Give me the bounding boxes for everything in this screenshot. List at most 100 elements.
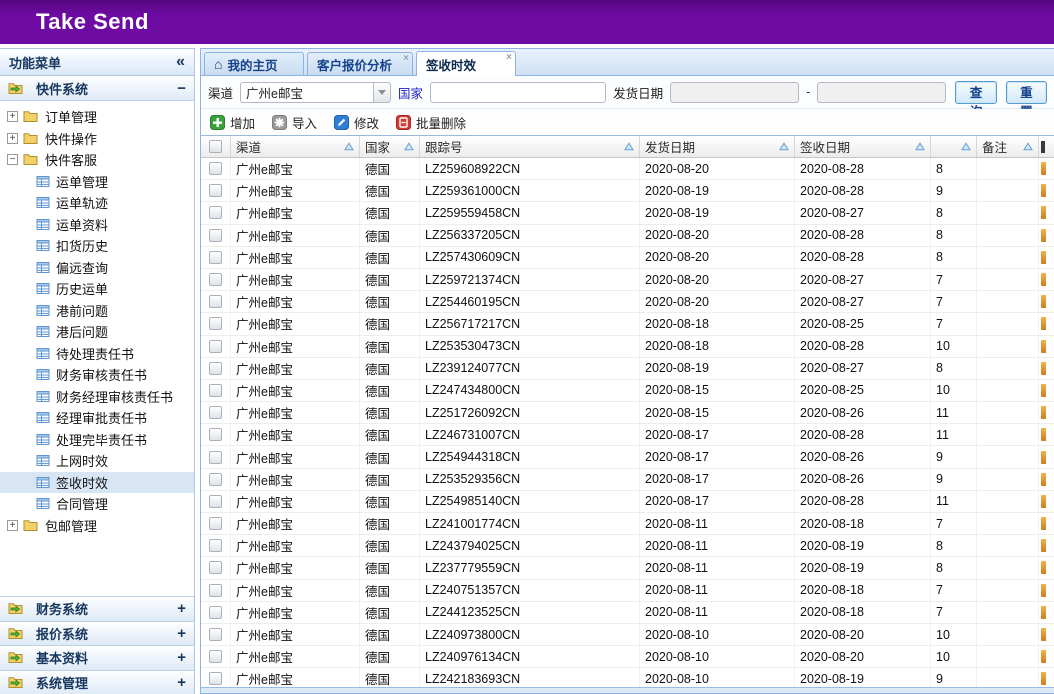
tree-toggle-icon[interactable]: + xyxy=(7,520,18,531)
row-checkbox[interactable] xyxy=(209,428,222,441)
row-checkbox[interactable] xyxy=(209,162,222,175)
tree-item[interactable]: 扣货历史 xyxy=(0,235,194,257)
date-from-input[interactable] xyxy=(670,82,799,103)
country-input[interactable] xyxy=(430,82,606,103)
row-checkbox[interactable] xyxy=(209,451,222,464)
row-checkbox[interactable] xyxy=(209,317,222,330)
search-button[interactable]: 查询 xyxy=(955,81,996,104)
tree-item[interactable]: 待处理责任书 xyxy=(0,343,194,365)
table-row[interactable]: 广州e邮宝 德国 LZ259559458CN 2020-08-19 2020-0… xyxy=(201,202,1054,224)
tree-item[interactable]: 运单轨迹 xyxy=(0,192,194,214)
tree-item[interactable]: 合同管理 xyxy=(0,493,194,515)
row-checkbox[interactable] xyxy=(209,362,222,375)
tree-item[interactable]: − 快件客服 xyxy=(0,149,194,171)
channel-input[interactable] xyxy=(240,82,373,103)
table-row[interactable]: 广州e邮宝 德国 LZ259721374CN 2020-08-20 2020-0… xyxy=(201,269,1054,291)
expand-section-icon[interactable]: + xyxy=(177,674,186,691)
table-row[interactable]: 广州e邮宝 德国 LZ240751357CN 2020-08-11 2020-0… xyxy=(201,580,1054,602)
reset-button[interactable]: 重置 xyxy=(1006,81,1047,104)
tree-item[interactable]: 运单资料 xyxy=(0,214,194,236)
table-row[interactable]: 广州e邮宝 德国 LZ253529356CN 2020-08-17 2020-0… xyxy=(201,469,1054,491)
batch-delete-button[interactable]: 批量删除 xyxy=(396,113,466,132)
tree-item[interactable]: 处理完毕责任书 xyxy=(0,429,194,451)
channel-dropdown-trigger[interactable] xyxy=(373,82,391,103)
date-to-input[interactable] xyxy=(817,82,946,103)
tab[interactable]: ⌂ 签收时效 × xyxy=(416,51,516,76)
row-checkbox[interactable] xyxy=(209,473,222,486)
row-checkbox[interactable] xyxy=(209,295,222,308)
tree-item[interactable]: + 包邮管理 xyxy=(0,515,194,537)
column-header-sign-date[interactable]: 签收日期 xyxy=(795,136,931,157)
row-checkbox[interactable] xyxy=(209,495,222,508)
table-row[interactable]: 广州e邮宝 德国 LZ244123525CN 2020-08-11 2020-0… xyxy=(201,602,1054,624)
row-checkbox[interactable] xyxy=(209,539,222,552)
table-row[interactable]: 广州e邮宝 德国 LZ240973800CN 2020-08-10 2020-0… xyxy=(201,624,1054,646)
tree-item[interactable]: 运单管理 xyxy=(0,171,194,193)
tab-close-icon[interactable]: × xyxy=(403,54,409,64)
tree-toggle-icon[interactable]: − xyxy=(7,154,18,165)
column-header-country[interactable]: 国家 xyxy=(360,136,420,157)
column-header-note[interactable]: 备注 xyxy=(977,136,1039,157)
row-checkbox[interactable] xyxy=(209,273,222,286)
tree-toggle-icon[interactable]: + xyxy=(7,111,18,122)
table-row[interactable]: 广州e邮宝 德国 LZ237779559CN 2020-08-11 2020-0… xyxy=(201,557,1054,579)
table-row[interactable]: 广州e邮宝 德国 LZ254944318CN 2020-08-17 2020-0… xyxy=(201,446,1054,468)
table-row[interactable]: 广州e邮宝 德国 LZ256337205CN 2020-08-20 2020-0… xyxy=(201,225,1054,247)
row-checkbox[interactable] xyxy=(209,251,222,264)
row-checkbox[interactable] xyxy=(209,184,222,197)
sidebar-section-express-system[interactable]: 快件系统 − xyxy=(0,76,194,101)
channel-select[interactable] xyxy=(240,82,391,103)
tab[interactable]: ⌂ 我的主页 xyxy=(204,52,304,75)
row-checkbox[interactable] xyxy=(209,561,222,574)
column-header-tracking[interactable]: 跟踪号 xyxy=(420,136,640,157)
row-checkbox[interactable] xyxy=(209,406,222,419)
tree-item[interactable]: + 快件操作 xyxy=(0,128,194,150)
tree-item[interactable]: 历史运单 xyxy=(0,278,194,300)
row-checkbox[interactable] xyxy=(209,384,222,397)
tree-item[interactable]: 港后问题 xyxy=(0,321,194,343)
sidebar-section[interactable]: 基本资料 + xyxy=(0,645,194,670)
table-row[interactable]: 广州e邮宝 德国 LZ241001774CN 2020-08-11 2020-0… xyxy=(201,513,1054,535)
table-row[interactable]: 广州e邮宝 德国 LZ243794025CN 2020-08-11 2020-0… xyxy=(201,535,1054,557)
table-row[interactable]: 广州e邮宝 德国 LZ253530473CN 2020-08-18 2020-0… xyxy=(201,336,1054,358)
tab-close-icon[interactable]: × xyxy=(506,53,512,63)
table-row[interactable]: 广州e邮宝 德国 LZ257430609CN 2020-08-20 2020-0… xyxy=(201,247,1054,269)
row-checkbox[interactable] xyxy=(209,206,222,219)
column-header-ship-date[interactable]: 发货日期 xyxy=(640,136,795,157)
table-row[interactable]: 广州e邮宝 德国 LZ256717217CN 2020-08-18 2020-0… xyxy=(201,313,1054,335)
tree-item[interactable]: 财务审核责任书 xyxy=(0,364,194,386)
table-row[interactable]: 广州e邮宝 德国 LZ239124077CN 2020-08-19 2020-0… xyxy=(201,358,1054,380)
collapse-section-icon[interactable]: − xyxy=(177,80,186,97)
sidebar-section[interactable]: 报价系统 + xyxy=(0,621,194,646)
table-row[interactable]: 广州e邮宝 德国 LZ246731007CN 2020-08-17 2020-0… xyxy=(201,424,1054,446)
row-checkbox[interactable] xyxy=(209,628,222,641)
tree-item[interactable]: 签收时效 xyxy=(0,472,194,494)
tree-item[interactable]: 偏远查询 xyxy=(0,257,194,279)
column-header-days[interactable] xyxy=(931,136,977,157)
tab[interactable]: ⌂ 客户报价分析 × xyxy=(307,52,413,75)
expand-section-icon[interactable]: + xyxy=(177,600,186,617)
sidebar-section[interactable]: 财务系统 + xyxy=(0,596,194,621)
table-row[interactable]: 广州e邮宝 德国 LZ247434800CN 2020-08-15 2020-0… xyxy=(201,380,1054,402)
row-checkbox[interactable] xyxy=(209,517,222,530)
row-checkbox[interactable] xyxy=(209,650,222,663)
import-button[interactable]: 导入 xyxy=(272,113,317,132)
row-checkbox[interactable] xyxy=(209,340,222,353)
select-all-checkbox[interactable] xyxy=(209,140,222,153)
expand-section-icon[interactable]: + xyxy=(177,625,186,642)
tree-item[interactable]: 财务经理审核责任书 xyxy=(0,386,194,408)
tree-item[interactable]: 上网时效 xyxy=(0,450,194,472)
row-checkbox[interactable] xyxy=(209,672,222,685)
table-row[interactable]: 广州e邮宝 德国 LZ251726092CN 2020-08-15 2020-0… xyxy=(201,402,1054,424)
row-checkbox[interactable] xyxy=(209,606,222,619)
tree-item[interactable]: 经理审批责任书 xyxy=(0,407,194,429)
row-checkbox[interactable] xyxy=(209,584,222,597)
sidebar-section[interactable]: 系统管理 + xyxy=(0,670,194,694)
table-row[interactable]: 广州e邮宝 德国 LZ254460195CN 2020-08-20 2020-0… xyxy=(201,291,1054,313)
collapse-sidebar-icon[interactable]: « xyxy=(176,53,185,71)
tree-item[interactable]: + 订单管理 xyxy=(0,106,194,128)
expand-section-icon[interactable]: + xyxy=(177,649,186,666)
edit-button[interactable]: 修改 xyxy=(334,113,379,132)
table-row[interactable]: 广州e邮宝 德国 LZ254985140CN 2020-08-17 2020-0… xyxy=(201,491,1054,513)
column-header-channel[interactable]: 渠道 xyxy=(231,136,360,157)
